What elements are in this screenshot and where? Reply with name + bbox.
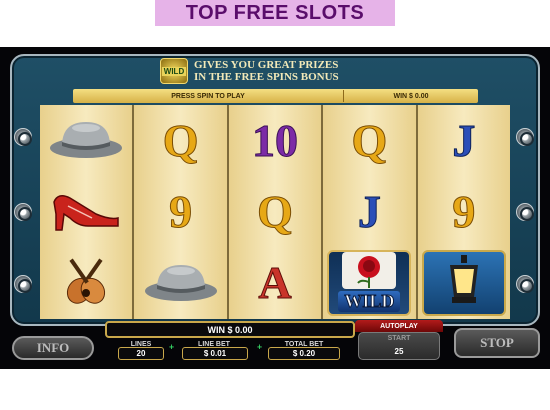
status-bar: PRESS SPIN TO PLAY WIN $ 0.00: [73, 89, 478, 103]
reel-symbol: [421, 250, 506, 317]
street-lamp-icon: [434, 253, 494, 314]
reel-symbol: Q: [139, 108, 223, 174]
left-bolt-icon: [14, 275, 32, 293]
total-bet-value-box: $ 0.20: [268, 347, 340, 360]
reel-symbol: 9: [422, 179, 506, 245]
win-display-text: WIN $ 0.00: [207, 324, 253, 335]
lines-value: 20: [136, 349, 146, 358]
reel-4: Q J WILD: [323, 105, 416, 319]
reel-3: 10 Q A: [228, 105, 322, 319]
reel-symbol: 10: [233, 108, 317, 174]
reel-symbol: WILD: [327, 250, 412, 317]
gray-hat-icon: [48, 116, 124, 165]
line-bet-increase-icon[interactable]: +: [256, 344, 263, 351]
reel-symbol: [44, 108, 128, 174]
reel-1: [40, 105, 133, 319]
bonus-message-line2: IN THE FREE SPINS BONUS: [194, 71, 339, 83]
left-bolt-icon: [14, 203, 32, 221]
win-display: WIN $ 0.00: [105, 321, 355, 338]
info-button-label: INFO: [36, 340, 70, 355]
autoplay-button[interactable]: AUTOPLAY: [355, 320, 443, 332]
symbol-9: 9: [452, 185, 476, 237]
right-bolt-icon: [516, 203, 534, 221]
symbol-q: Q: [351, 114, 388, 166]
stop-button-label: STOP: [480, 335, 514, 350]
reel-symbol: 9: [139, 179, 223, 245]
guitars-icon: [48, 253, 124, 314]
symbol-j: J: [357, 185, 381, 237]
reel-symbol: A: [233, 250, 317, 316]
reel-2: Q9: [134, 105, 227, 319]
line-bet-value: $ 0.01: [203, 349, 227, 358]
right-bolt-icon: [516, 275, 534, 293]
bonus-message-line1: GIVES YOU GREAT PRIZES: [194, 59, 339, 71]
banner-title: TOP FREE SLOTS: [185, 1, 365, 24]
left-bolt-icon: [14, 128, 32, 146]
symbol-j: J: [452, 114, 476, 166]
lines-value-box: 20: [118, 347, 164, 360]
reel-symbol: [139, 250, 223, 316]
reel-symbol: J: [422, 108, 506, 174]
reel-symbol: Q: [327, 108, 411, 174]
symbol-q: Q: [257, 185, 294, 237]
reel-symbol: [44, 250, 128, 316]
right-bolt-icon: [516, 128, 534, 146]
line-bet-value-box: $ 0.01: [182, 347, 248, 360]
lines-increase-icon[interactable]: +: [168, 344, 175, 351]
reel-symbol: J: [327, 179, 411, 245]
reels: Q 9 10 Q A Q J WILD J 9: [40, 105, 511, 319]
autoplay-label: AUTOPLAY: [380, 322, 418, 330]
symbol-10: 10: [252, 114, 299, 166]
symbol-q: Q: [162, 114, 199, 166]
red-shoe-icon: [48, 184, 124, 239]
info-button[interactable]: INFO: [12, 336, 94, 360]
rose-icon: [342, 252, 397, 290]
site-banner: TOP FREE SLOTS: [155, 0, 395, 26]
status-win: WIN $ 0.00: [393, 92, 429, 100]
total-bet-value: $ 0.20: [292, 349, 316, 358]
wild-symbol-label: WILD: [338, 291, 401, 313]
start-value: 25: [394, 347, 404, 356]
wild-badge-icon: WILD: [160, 58, 188, 84]
reel-symbol: [44, 179, 128, 245]
symbol-a: A: [258, 257, 292, 309]
symbol-9: 9: [169, 185, 193, 237]
status-prompt: PRESS SPIN TO PLAY: [171, 92, 245, 100]
reel-symbol: Q: [233, 179, 317, 245]
stop-button[interactable]: STOP: [454, 328, 540, 358]
game-screen: TOP FREE SLOTS WILD GIVES YOU GREAT PRIZ…: [0, 0, 550, 410]
gray-hat-icon: [143, 259, 219, 308]
bonus-message: WILD GIVES YOU GREAT PRIZES IN THE FREE …: [160, 56, 400, 86]
reel-5: J9: [417, 105, 511, 319]
start-label: START: [387, 335, 411, 342]
